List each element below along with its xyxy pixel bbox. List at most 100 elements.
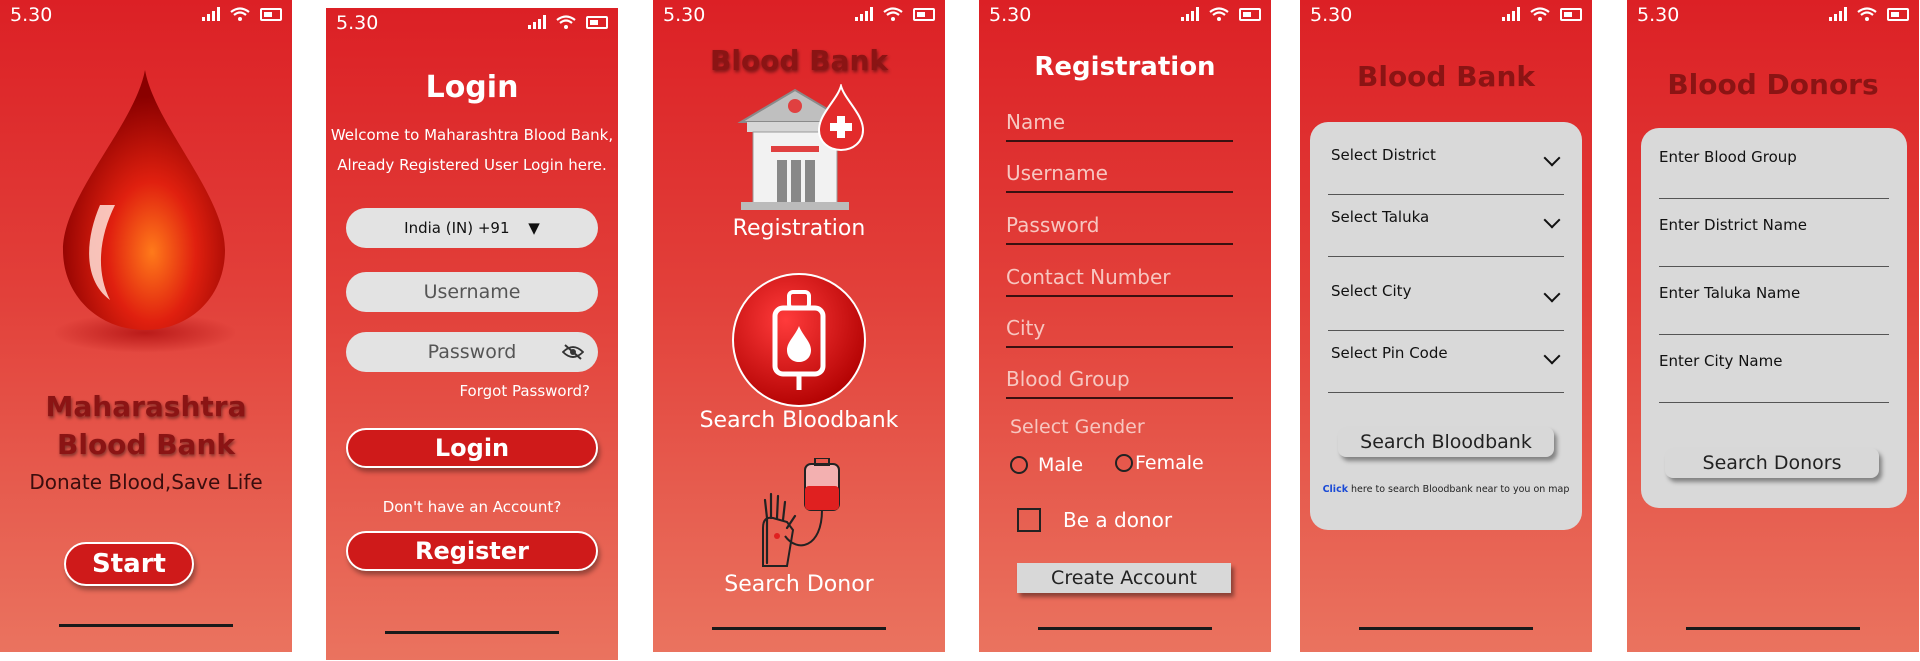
app-title-line1: Maharashtra xyxy=(45,390,247,423)
taluka-name-input[interactable]: Enter Taluka Name xyxy=(1659,284,1889,335)
male-radio[interactable]: Male xyxy=(1010,454,1083,476)
country-code-value: India (IN) +91 xyxy=(404,219,510,237)
battery-icon xyxy=(1560,8,1582,21)
username-placeholder: Username xyxy=(1006,161,1108,185)
home-indicator xyxy=(59,624,233,627)
status-time: 5.30 xyxy=(1637,4,1680,26)
city-field[interactable]: City xyxy=(1006,310,1233,348)
chevron-down-icon xyxy=(1543,211,1561,229)
search-donors-button[interactable]: Search Donors xyxy=(1665,448,1879,478)
district-name-placeholder: Enter District Name xyxy=(1659,216,1807,234)
search-card: Enter Blood Group Enter District Name En… xyxy=(1641,128,1907,508)
status-bar: 5.30 xyxy=(336,12,608,34)
battery-icon xyxy=(260,8,282,21)
welcome-line2: Already Registered User Login here. xyxy=(337,156,607,174)
blood-group-input[interactable]: Enter Blood Group xyxy=(1659,148,1889,199)
home-indicator xyxy=(385,631,559,634)
username-field[interactable]: Username xyxy=(1006,155,1233,193)
username-input[interactable]: Username xyxy=(346,272,598,312)
status-bar: 5.30 xyxy=(1310,4,1582,26)
district-name-input[interactable]: Enter District Name xyxy=(1659,216,1889,267)
district-select-label: Select District xyxy=(1331,146,1436,164)
contact-number-placeholder: Contact Number xyxy=(1006,265,1171,289)
taluka-select-label: Select Taluka xyxy=(1331,208,1430,226)
start-button[interactable]: Start xyxy=(64,542,194,586)
pin-code-select[interactable]: Select Pin Code xyxy=(1328,344,1564,393)
signal-icon xyxy=(1829,7,1847,21)
page-title: Registration xyxy=(1034,52,1216,82)
search-card: Select District Select Taluka Select Cit… xyxy=(1310,122,1582,530)
female-label: Female xyxy=(1135,452,1204,474)
search-bloodbank-button[interactable]: Search Bloodbank xyxy=(1338,427,1554,457)
country-code-select[interactable]: India (IN) +91 ▼ xyxy=(346,208,598,248)
map-click-link[interactable]: Click xyxy=(1323,484,1348,495)
search-donor-label[interactable]: Search Donor xyxy=(653,572,945,597)
app-title-line2: Blood Bank xyxy=(57,428,235,461)
male-label: Male xyxy=(1038,454,1084,476)
page-title: Login xyxy=(425,70,519,105)
pin-code-select-label: Select Pin Code xyxy=(1331,344,1448,362)
battery-icon xyxy=(913,8,935,21)
login-button[interactable]: Login xyxy=(346,428,598,468)
battery-icon xyxy=(586,16,608,29)
welcome-line1: Welcome to Maharashtra Blood Bank, xyxy=(330,126,614,144)
signal-icon xyxy=(1502,7,1520,21)
name-field[interactable]: Name xyxy=(1006,104,1233,142)
wifi-icon xyxy=(1209,7,1229,21)
chevron-down-icon xyxy=(1543,149,1561,167)
bloodbank-search-screen: 5.30 Blood Bank Select District Select T… xyxy=(1300,0,1592,652)
city-name-placeholder: Enter City Name xyxy=(1659,352,1783,370)
signal-icon xyxy=(1181,7,1199,21)
wifi-icon xyxy=(230,7,250,21)
blood-group-placeholder: Enter Blood Group xyxy=(1659,148,1797,166)
radio-circle-icon xyxy=(1115,454,1133,472)
battery-icon xyxy=(1887,8,1909,21)
chevron-down-icon xyxy=(1543,285,1561,303)
no-account-text: Don't have an Account? xyxy=(382,498,562,516)
status-bar: 5.30 xyxy=(663,4,935,26)
eye-off-icon[interactable] xyxy=(562,344,584,360)
chevron-down-icon xyxy=(1543,347,1561,365)
donor-checkbox[interactable]: Be a donor xyxy=(1017,508,1172,532)
password-input[interactable]: Password xyxy=(346,332,598,372)
wifi-icon xyxy=(883,7,903,21)
wifi-icon xyxy=(556,15,576,29)
signal-icon xyxy=(528,15,546,29)
forgot-password-link[interactable]: Forgot Password? xyxy=(459,382,590,400)
city-select-label: Select City xyxy=(1331,282,1412,300)
create-account-button[interactable]: Create Account xyxy=(1017,563,1231,593)
hospital-building-icon[interactable] xyxy=(733,84,868,214)
map-hint-text: here to search Bloodbank near to you on … xyxy=(1348,484,1570,495)
blood-drop-icon xyxy=(55,70,235,353)
status-time: 5.30 xyxy=(1310,4,1353,26)
city-select[interactable]: Select City xyxy=(1328,282,1564,331)
password-field[interactable]: Password xyxy=(1006,207,1233,245)
registration-screen: 5.30 Registration Name Username Password… xyxy=(979,0,1271,652)
blood-bag-icon[interactable] xyxy=(731,272,867,408)
status-time: 5.30 xyxy=(10,4,53,26)
city-placeholder: City xyxy=(1006,316,1046,340)
signal-icon xyxy=(855,7,873,21)
tagline: Donate Blood,Save Life xyxy=(29,470,263,494)
status-time: 5.30 xyxy=(663,4,706,26)
register-button[interactable]: Register xyxy=(346,531,598,571)
blood-group-field[interactable]: Blood Group xyxy=(1006,361,1233,399)
blood-group-placeholder: Blood Group xyxy=(1006,367,1130,391)
donor-hand-icon[interactable] xyxy=(757,458,847,568)
donor-search-screen: 5.30 Blood Donors Enter Blood Group Ente… xyxy=(1627,0,1919,652)
taluka-select[interactable]: Select Taluka xyxy=(1328,208,1564,257)
registration-label[interactable]: Registration xyxy=(653,216,945,241)
page-title: Blood Bank xyxy=(710,44,888,77)
district-select[interactable]: Select District xyxy=(1328,146,1564,195)
map-hint: Click here to search Bloodbank near to y… xyxy=(1310,484,1582,495)
status-bar: 5.30 xyxy=(10,4,282,26)
page-title: Blood Bank xyxy=(1357,60,1535,93)
name-placeholder: Name xyxy=(1006,110,1066,134)
search-bloodbank-label[interactable]: Search Bloodbank xyxy=(653,408,945,433)
dropdown-triangle-icon: ▼ xyxy=(528,219,540,237)
city-name-input[interactable]: Enter City Name xyxy=(1659,352,1889,403)
female-radio[interactable]: Female xyxy=(1115,452,1204,474)
password-placeholder: Password xyxy=(1006,213,1100,237)
contact-number-field[interactable]: Contact Number xyxy=(1006,259,1233,297)
page-title: Blood Donors xyxy=(1667,68,1879,101)
